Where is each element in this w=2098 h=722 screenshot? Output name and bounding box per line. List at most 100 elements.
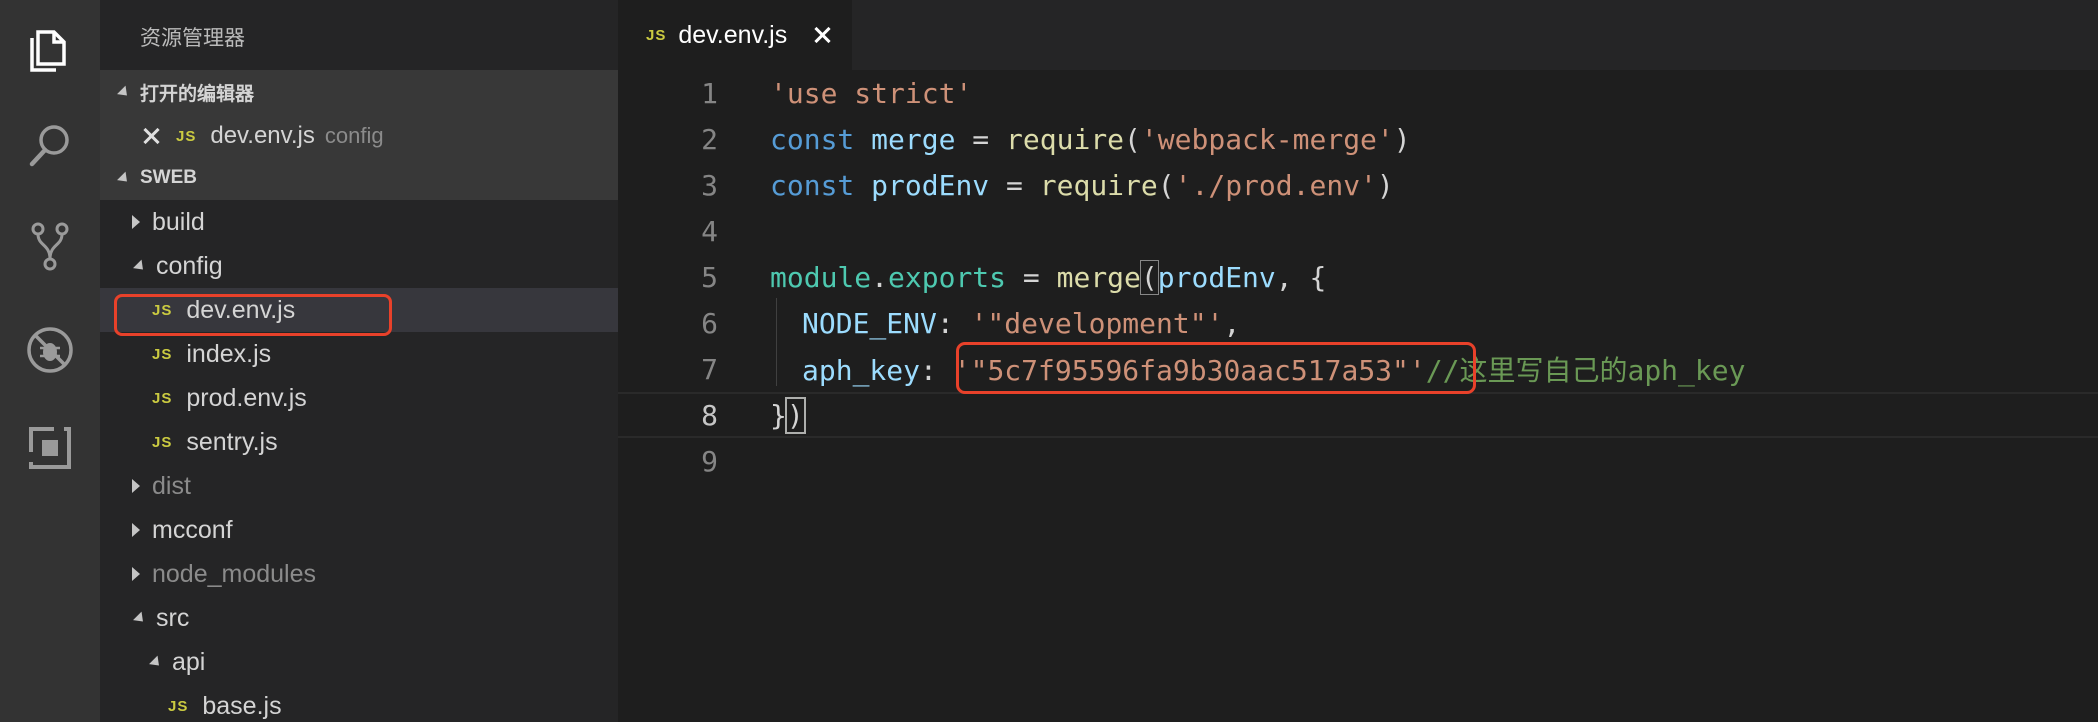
extensions-icon-graphic <box>28 426 71 469</box>
paren-token: ) <box>1393 122 1411 156</box>
open-editor-folder: config <box>324 123 384 148</box>
comma-token: , <box>1223 306 1241 340</box>
string-token: '"development"' <box>970 306 1224 340</box>
code-line-9: 9 <box>618 438 2098 484</box>
function-token: merge <box>1056 260 1141 294</box>
operator-token: = <box>989 168 1040 202</box>
code-line-5: 5 module.exports = merge(prodEnv, { <box>618 254 2098 300</box>
chevron-down-icon[interactable] <box>149 655 164 670</box>
line-number: 5 <box>701 260 718 294</box>
tree-item-config[interactable]: config <box>100 244 618 288</box>
tree-item-src[interactable]: src <box>100 596 618 640</box>
open-editor-filename: dev.env.js <box>210 122 315 149</box>
tree-item-base-js[interactable]: JS base.js <box>100 684 618 722</box>
tree-item-label: mcconf <box>152 515 233 544</box>
tree-item-index-js[interactable]: JS index.js <box>100 332 618 376</box>
property-key-token: NODE_ENV <box>802 306 937 340</box>
js-file-icon: JS <box>152 389 173 407</box>
keyword-token: const <box>770 168 855 202</box>
function-token: require <box>1006 122 1125 156</box>
line-number: 7 <box>701 352 718 386</box>
paren-token: ( <box>1157 168 1175 202</box>
files-icon[interactable] <box>22 22 78 78</box>
dot-token: . <box>871 260 889 294</box>
tree-item-label: node_modules <box>152 559 317 588</box>
code-text: 'use strict' <box>770 77 972 110</box>
source-control-icon[interactable] <box>22 218 78 274</box>
project-label: SWEB <box>140 167 197 188</box>
close-icon[interactable] <box>813 26 831 44</box>
module-token: module <box>770 260 872 294</box>
chevron-right-icon[interactable] <box>132 479 140 493</box>
source-control-icon-graphic <box>31 222 69 271</box>
string-token: './prod.env' <box>1174 168 1377 202</box>
js-file-icon: JS <box>152 433 173 451</box>
chevron-down-icon[interactable] <box>133 259 148 274</box>
operator-token: = <box>1006 260 1057 294</box>
files-icon-graphic <box>30 30 66 72</box>
code-line-8: 8 }) <box>618 392 2098 438</box>
line-number: 3 <box>701 168 718 202</box>
code-text: module.exports = merge(prodEnv, { <box>770 259 1327 295</box>
string-token: 'webpack-merge' <box>1140 122 1394 156</box>
open-editor-item[interactable]: JS dev.env.js config <box>100 114 618 158</box>
js-file-icon: JS <box>646 26 667 44</box>
tree-item-label: dist <box>152 471 191 500</box>
open-editors-label: 打开的编辑器 <box>140 83 255 105</box>
tree-item-build[interactable]: build <box>100 200 618 244</box>
tree-item-label: config <box>156 251 223 280</box>
tree-item-label: sentry.js <box>186 427 278 456</box>
chevron-down-icon <box>117 171 132 186</box>
chevron-down-icon <box>117 85 132 100</box>
code-text: const merge = require('webpack-merge') <box>770 123 1411 156</box>
close-icon[interactable] <box>142 127 160 145</box>
line-number: 4 <box>701 214 718 248</box>
brace-token: } <box>770 398 787 432</box>
code-line-6: 6 NODE_ENV: '"development"', <box>618 300 2098 346</box>
search-icon[interactable] <box>22 118 78 174</box>
code-editor[interactable]: 1 'use strict' 2 const merge = require('… <box>618 70 2098 722</box>
variable-token: prodEnv <box>1157 260 1276 294</box>
chevron-right-icon[interactable] <box>132 567 140 581</box>
colon-token: : <box>936 306 971 340</box>
string-token: 'use strict' <box>770 76 973 110</box>
js-file-icon: JS <box>168 697 189 715</box>
tree-item-label: base.js <box>202 691 282 720</box>
keyword-token: const <box>770 122 855 156</box>
chevron-right-icon[interactable] <box>132 215 140 229</box>
tab-dev-env-js[interactable]: JS dev.env.js <box>618 0 852 70</box>
debug-icon[interactable] <box>22 322 78 378</box>
paren-token: ( <box>1124 122 1141 156</box>
line-number: 8 <box>701 398 718 432</box>
open-editors-header[interactable]: 打开的编辑器 <box>100 70 618 114</box>
line-number: 9 <box>701 444 718 478</box>
js-file-icon: JS <box>176 127 197 145</box>
tree-item-sentry-js[interactable]: JS sentry.js <box>100 420 618 464</box>
code-text: }) <box>770 396 806 434</box>
tree-item-label: index.js <box>186 339 272 368</box>
extensions-icon[interactable] <box>22 420 78 476</box>
tree-item-api[interactable]: api <box>100 640 618 684</box>
code-line-2: 2 const merge = require('webpack-merge') <box>618 116 2098 162</box>
tree-item-label: src <box>156 603 190 632</box>
highlight-annotation-file <box>114 294 392 336</box>
line-number: 6 <box>701 306 718 340</box>
tree-item-prod-env-js[interactable]: JS prod.env.js <box>100 376 618 420</box>
tree-item-node-modules[interactable]: node_modules <box>100 552 618 596</box>
activity-bar <box>0 0 100 722</box>
property-key-token: aph_key <box>802 354 921 387</box>
punctuation-token: , { <box>1275 260 1327 294</box>
code-text: NODE_ENV: '"development"', <box>802 307 1240 340</box>
tree-item-mcconf[interactable]: mcconf <box>100 508 618 552</box>
code-line-1: 1 'use strict' <box>618 70 2098 116</box>
property-token: exports <box>888 260 1007 294</box>
tree-item-label: api <box>172 647 206 676</box>
chevron-down-icon[interactable] <box>133 611 148 626</box>
code-line-3: 3 const prodEnv = require('./prod.env') <box>618 162 2098 208</box>
project-header[interactable]: SWEB <box>100 156 618 200</box>
tree-item-dist[interactable]: dist <box>100 464 618 508</box>
chevron-right-icon[interactable] <box>132 523 140 537</box>
tab-label: dev.env.js <box>678 20 788 49</box>
line-number: 1 <box>701 76 718 110</box>
editor-tab-bar: JS dev.env.js <box>618 0 2098 70</box>
